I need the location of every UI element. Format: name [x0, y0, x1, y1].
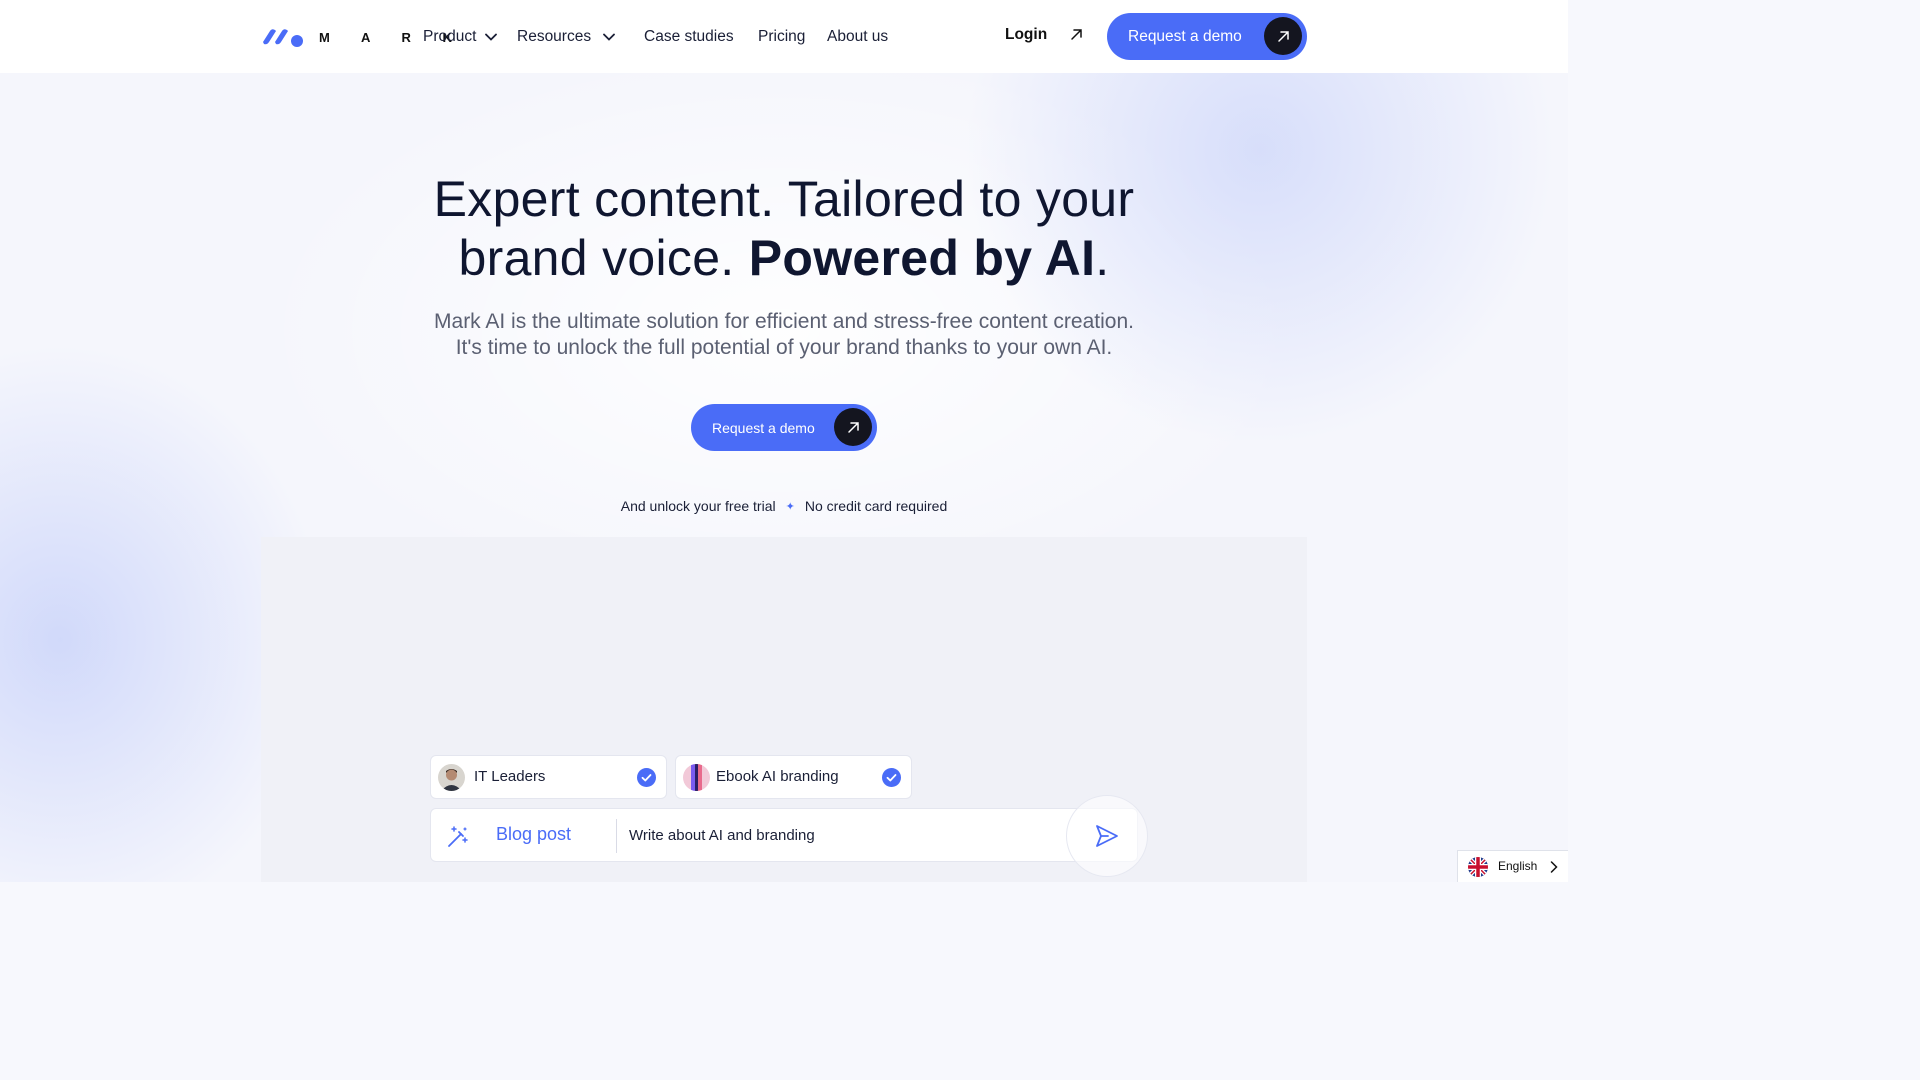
header-request-demo-button[interactable]: Request a demo — [1107, 13, 1307, 60]
arrow-up-right-icon — [834, 408, 872, 446]
nav-item-about-us[interactable]: About us — [827, 26, 888, 48]
hero-title-line2-prefix: brand voice. — [458, 230, 749, 286]
button-label: Request a demo — [1128, 27, 1242, 45]
check-circle-icon — [882, 768, 901, 792]
trial-note: And unlock your free trial ✦ No credit car… — [0, 498, 1568, 514]
hero-title: Expert content. Tailored to your brand v… — [284, 170, 1284, 288]
nav-item-label: Product — [423, 28, 477, 45]
login-link[interactable]: Login — [1005, 26, 1047, 44]
free-trial-text: And unlock your free trial — [620, 498, 776, 514]
hero-title-emphasis: Powered by AI — [748, 230, 1096, 286]
chip-label: Ebook AI branding — [716, 768, 839, 785]
composer-divider — [616, 819, 617, 853]
nav-item-resources[interactable]: Resources — [517, 26, 615, 48]
audience-chip[interactable]: IT Leaders — [430, 755, 667, 799]
prompt-input[interactable]: Write about AI and branding — [629, 827, 815, 844]
nav-item-label: About us — [827, 28, 889, 45]
language-label: English — [1498, 859, 1538, 873]
nav-item-label: Case studies — [644, 28, 734, 45]
uk-flag-icon — [1468, 857, 1488, 877]
nav-item-pricing[interactable]: Pricing — [758, 26, 805, 48]
hero-subtitle-line2: It's time to unlock the full potential o… — [455, 336, 1113, 359]
nav-item-label: Pricing — [758, 28, 806, 45]
button-label: Request a demo — [712, 419, 815, 436]
no-credit-card-text: No credit card required — [804, 498, 948, 514]
ebook-thumbnail — [683, 764, 710, 791]
send-icon — [1096, 825, 1118, 847]
nav-item-label: Resources — [517, 28, 592, 45]
hero-title-line2-suffix: . — [1095, 230, 1110, 286]
nav-item-case-studies[interactable]: Case studies — [644, 26, 734, 48]
content-type-selector[interactable]: Blog post — [496, 824, 571, 845]
resource-chip[interactable]: Ebook AI branding — [675, 755, 912, 799]
sparkle-icon: ✦ — [785, 501, 795, 513]
language-switcher[interactable]: English — [1457, 850, 1568, 882]
mark-logo-icon — [263, 29, 303, 47]
chevron-down-icon — [485, 33, 498, 41]
chip-label: IT Leaders — [474, 768, 546, 785]
site-header: M A R K Product Resources Case studies P… — [0, 0, 1568, 73]
hero-title-line1: Expert content. Tailored to your — [433, 171, 1135, 227]
chevron-down-icon — [603, 33, 615, 41]
magic-wand-icon — [446, 825, 470, 854]
hero-request-demo-button[interactable]: Request a demo — [691, 404, 877, 451]
person-avatar — [438, 764, 465, 791]
prompt-composer: Blog post Write about AI and branding — [430, 808, 1138, 862]
chevron-right-icon — [1550, 860, 1558, 878]
nav-item-product[interactable]: Product — [423, 26, 498, 48]
hero-subtitle-line1: Mark AI is the ultimate solution for eff… — [434, 310, 1134, 333]
check-circle-icon — [637, 768, 656, 792]
arrow-up-right-icon[interactable] — [1070, 28, 1083, 46]
hero-subtitle: Mark AI is the ultimate solution for eff… — [284, 309, 1284, 361]
send-button[interactable] — [1066, 795, 1148, 877]
arrow-up-right-icon — [1264, 17, 1302, 55]
